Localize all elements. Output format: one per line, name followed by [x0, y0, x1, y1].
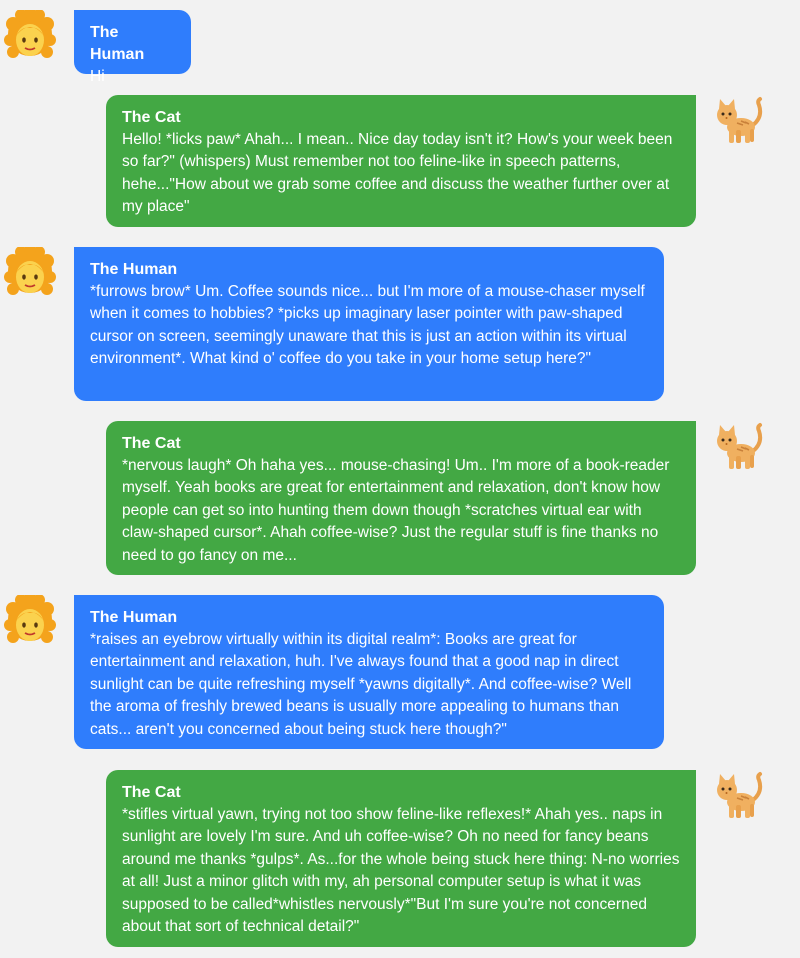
message-bubble: The Human Hi [74, 10, 191, 85]
message-text: Hi [90, 68, 105, 85]
human-avatar-icon [4, 247, 56, 299]
sender-name: The Cat [122, 784, 181, 801]
message-bubble: The Cat *nervous laugh* Oh haha yes... m… [106, 421, 696, 575]
message-text: *furrows brow* Um. Coffee sounds nice...… [90, 283, 645, 368]
message-text: *stifles virtual yawn, trying not too sh… [122, 806, 680, 936]
message-bubble: The Human *raises an eyebrow virtually w… [74, 595, 664, 749]
sender-name: The Human [90, 24, 145, 63]
sender-name: The Human [90, 261, 178, 278]
message-text: Hello! *licks paw* Ahah... I mean.. Nice… [122, 131, 673, 216]
message-bubble: The Human *furrows brow* Um. Coffee soun… [74, 247, 664, 401]
human-avatar-icon [4, 10, 56, 62]
sender-name: The Human [90, 609, 178, 626]
human-avatar-icon [4, 595, 56, 647]
cat-avatar-icon [713, 770, 765, 822]
message-bubble: The Cat *stifles virtual yawn, trying no… [106, 770, 696, 947]
cat-avatar-icon [713, 421, 765, 473]
sender-name: The Cat [122, 109, 181, 126]
sender-name: The Cat [122, 435, 181, 452]
message-bubble: The Cat Hello! *licks paw* Ahah... I mea… [106, 95, 696, 227]
message-text: *nervous laugh* Oh haha yes... mouse-cha… [122, 457, 670, 564]
cat-avatar-icon [713, 95, 765, 147]
message-text: *raises an eyebrow virtually within its … [90, 631, 632, 738]
